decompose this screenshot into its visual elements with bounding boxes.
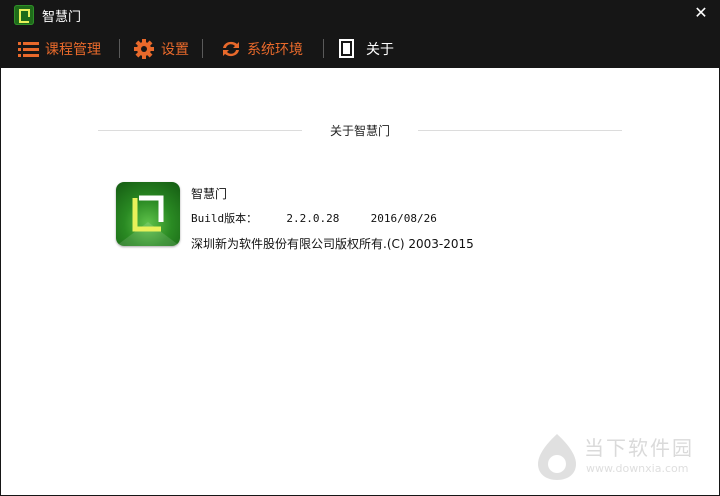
build-date: 2016/08/26 [370,212,437,225]
title-bar[interactable]: 智慧门 ✕ [0,0,720,30]
watermark: 当下软件园 www.downxia.com [534,428,714,488]
list-icon [18,39,39,59]
toolbar-settings[interactable]: 设置 [134,39,189,59]
copyright-text: 深圳新为软件股份有限公司版权所有.(C) 2003-2015 [191,237,474,251]
refresh-icon [220,39,240,59]
build-info: Build版本： 2.2.0.28 2016/08/26 [191,209,474,234]
build-label: Build版本： [191,212,258,225]
app-info: 智慧门 Build版本： 2.2.0.28 2016/08/26 深圳新为软件股… [191,184,474,259]
watermark-url: www.downxia.com [586,462,689,475]
window-title: 智慧门 [42,10,82,25]
toolbar-divider [119,39,120,58]
toolbar-label: 设置 [161,42,189,58]
app-logo [116,182,180,246]
gear-icon [134,39,154,59]
app-name: 智慧门 [191,187,228,201]
app-logo-icon [14,5,34,25]
watermark-name: 当下软件园 [584,436,694,460]
watermark-logo-icon [538,434,576,480]
toolbar-label: 关于 [366,42,394,58]
toolbar-divider [323,39,324,58]
toolbar: 课程管理 设置 系统环境 关于 [0,30,720,68]
divider-right [418,130,622,131]
toolbar-about[interactable]: 关于 [339,39,394,59]
close-icon[interactable]: ✕ [692,4,710,22]
build-version: 2.2.0.28 [286,212,340,225]
about-panel: 关于智慧门 智慧门 Build版本： 2.2.0.28 2016/08/26 深… [1,68,719,495]
toolbar-system-environment[interactable]: 系统环境 [220,39,303,59]
toolbar-divider [202,39,203,58]
toolbar-course-management[interactable]: 课程管理 [18,39,101,59]
app-window: 智慧门 ✕ 课程管理 设置 系统环境 关于 关于智慧门 智慧门 Build版本：… [0,0,720,496]
document-icon [339,39,359,59]
toolbar-label: 系统环境 [247,42,303,58]
toolbar-label: 课程管理 [45,42,101,58]
